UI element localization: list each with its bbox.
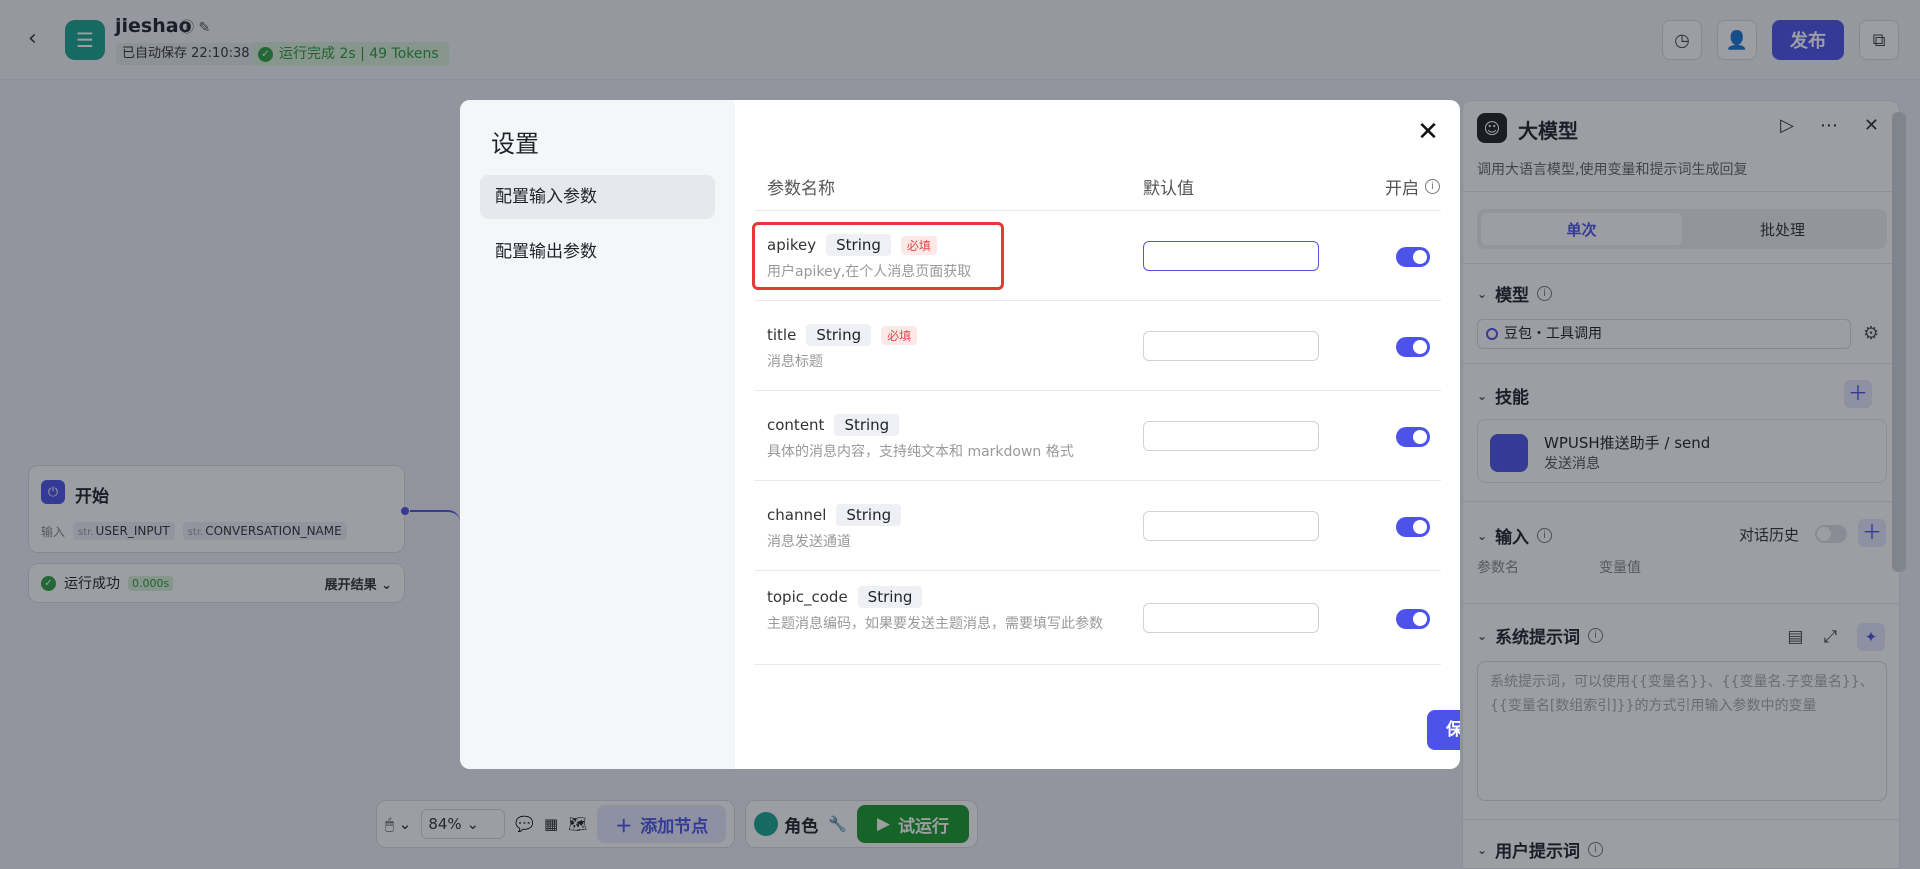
divider bbox=[755, 300, 1441, 301]
divider bbox=[755, 570, 1441, 571]
info-icon: i bbox=[1425, 179, 1440, 194]
default-value-input[interactable] bbox=[1143, 603, 1319, 633]
enable-toggle[interactable] bbox=[1396, 337, 1430, 357]
param-row: topic_code String 主题消息编码，如果要发送主题消息，需要填写此参… bbox=[767, 586, 1127, 634]
param-name: content bbox=[767, 416, 825, 434]
header-param-name: 参数名称 bbox=[767, 179, 835, 199]
type-tag: String bbox=[806, 324, 872, 346]
param-name: title bbox=[767, 326, 797, 344]
param-desc: 消息标题 bbox=[767, 354, 823, 370]
enable-toggle[interactable] bbox=[1396, 517, 1430, 537]
required-tag: 必填 bbox=[881, 325, 918, 345]
settings-sidebar: 设置 配置输入参数 配置输出参数 bbox=[460, 100, 735, 769]
divider bbox=[755, 210, 1441, 211]
param-row: content String 具体的消息内容，支持纯文本和 markdown 格式 bbox=[767, 414, 1127, 462]
header-enabled: 开启 i bbox=[1385, 174, 1440, 199]
param-desc: 具体的消息内容，支持纯文本和 markdown 格式 bbox=[767, 444, 1074, 460]
divider bbox=[755, 664, 1441, 665]
param-row: channel String 消息发送通道 bbox=[767, 504, 1127, 552]
default-value-input[interactable] bbox=[1143, 241, 1319, 271]
default-value-input[interactable] bbox=[1143, 331, 1319, 361]
param-name: topic_code bbox=[767, 588, 848, 606]
default-value-input[interactable] bbox=[1143, 511, 1319, 541]
sidebar-item-output-params[interactable]: 配置输出参数 bbox=[480, 230, 715, 274]
divider bbox=[755, 480, 1441, 481]
enable-toggle[interactable] bbox=[1396, 427, 1430, 447]
type-tag: String bbox=[857, 586, 923, 608]
type-tag: String bbox=[834, 414, 900, 436]
type-tag: String bbox=[836, 504, 902, 526]
default-value-input[interactable] bbox=[1143, 421, 1319, 451]
settings-modal: 设置 配置输入参数 配置输出参数 ✕ 参数名称 默认值 开启 i apikey St… bbox=[460, 100, 1460, 769]
modal-title: 设置 bbox=[491, 130, 539, 158]
param-desc: 主题消息编码，如果要发送主题消息，需要填写此参数 bbox=[767, 616, 1103, 632]
close-icon[interactable]: ✕ bbox=[1414, 118, 1442, 146]
param-desc: 消息发送通道 bbox=[767, 534, 851, 550]
enable-toggle[interactable] bbox=[1396, 247, 1430, 267]
settings-content: ✕ 参数名称 默认值 开启 i apikey String 必填 用户apikey,在… bbox=[735, 100, 1460, 769]
param-name: channel bbox=[767, 506, 827, 524]
highlight-box bbox=[752, 222, 1004, 290]
sidebar-item-input-params[interactable]: 配置输入参数 bbox=[480, 175, 715, 219]
save-button[interactable]: 保存 bbox=[1427, 710, 1460, 750]
header-default-value: 默认值 bbox=[1143, 179, 1194, 199]
param-row: title String 必填 消息标题 bbox=[767, 324, 1127, 372]
enable-toggle[interactable] bbox=[1396, 609, 1430, 629]
divider bbox=[755, 390, 1441, 391]
